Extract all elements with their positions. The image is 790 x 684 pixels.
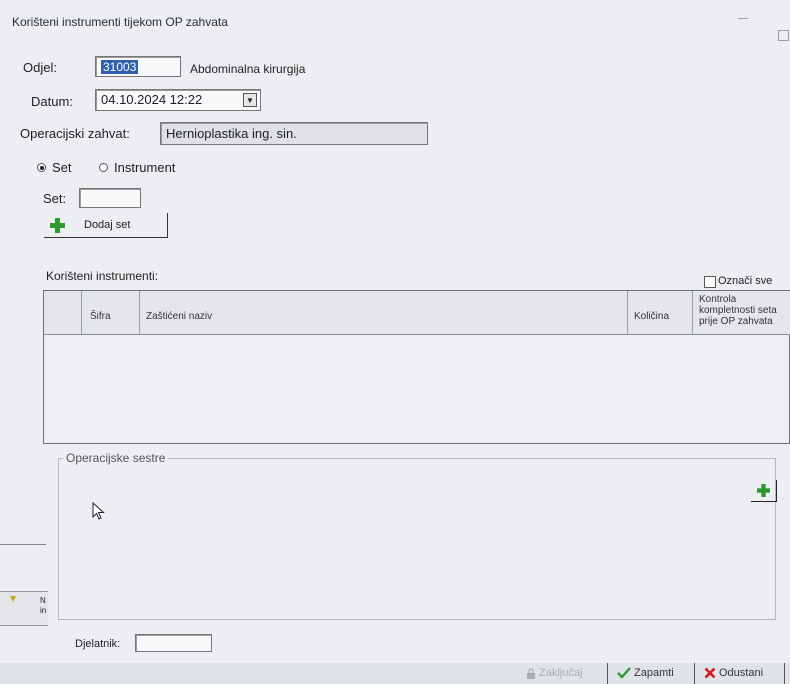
instruments-title: Korišteni instrumenti:: [46, 269, 159, 283]
datum-combobox[interactable]: 04.10.2024 12:22: [95, 89, 261, 111]
zahvat-value: Hernioplastika ing. sin.: [166, 126, 297, 141]
save-label: Zapamti: [634, 667, 674, 679]
cancel-label: Odustani: [719, 667, 764, 679]
lock-button[interactable]: Zaključaj: [526, 667, 582, 679]
radio-set-label: Set: [52, 160, 72, 175]
footer-separator: [607, 663, 608, 684]
set-input[interactable]: [79, 188, 141, 208]
plus-icon: [757, 484, 770, 497]
add-set-label: Dodaj set: [84, 219, 131, 231]
header-naziv[interactable]: Zaštićeni naziv: [140, 291, 628, 334]
radio-instrument[interactable]: [99, 163, 108, 172]
djelatnik-label: Djelatnik:: [75, 638, 121, 650]
header-selector-cell: [44, 291, 82, 334]
x-icon: [704, 667, 716, 679]
minimize-button[interactable]: [738, 18, 748, 19]
header-sifra[interactable]: Šifra: [82, 291, 140, 334]
header-kontrola[interactable]: Kontrola kompletnosti seta prije OP zahv…: [693, 291, 790, 334]
check-icon: [617, 667, 631, 679]
side-hint-1: N: [40, 596, 46, 605]
odjel-label: Odjel:: [23, 60, 57, 75]
select-all-checkbox[interactable]: [704, 276, 716, 288]
background-window-row: N in: [0, 591, 48, 626]
cancel-button[interactable]: Odustani: [704, 667, 763, 679]
radio-instrument-label: Instrument: [114, 160, 176, 175]
warning-icon: [10, 596, 16, 602]
header-kolicina-label: Količina: [634, 311, 670, 322]
mouse-cursor-icon: [92, 502, 105, 520]
footer-separator: [694, 663, 695, 684]
chevron-down-icon[interactable]: ▼: [243, 93, 257, 107]
radio-set[interactable]: [37, 163, 46, 172]
dialog-window: Korišteni instrumenti tijekom OP zahvata…: [0, 0, 790, 684]
header-kolicina[interactable]: Količina: [628, 291, 693, 334]
odjel-name: Abdominalna kirurgija: [190, 62, 306, 76]
sestre-group: [58, 458, 776, 620]
odjel-code-field[interactable]: 31003: [95, 56, 181, 77]
side-hint-2: in: [40, 606, 47, 615]
maximize-button[interactable]: [778, 30, 789, 41]
dropdown-glyph: ▼: [246, 95, 254, 105]
header-naziv-label: Zaštićeni naziv: [146, 311, 213, 322]
djelatnik-input[interactable]: [135, 634, 212, 652]
datum-value: 04.10.2024 12:22: [101, 92, 203, 107]
table-header: Šifra Zaštićeni naziv Količina Kontrola …: [44, 291, 790, 335]
sestre-title: Operacijske sestre: [63, 451, 169, 465]
add-set-button[interactable]: Dodaj set: [44, 213, 168, 238]
instruments-table: Šifra Zaštićeni naziv Količina Kontrola …: [43, 290, 790, 444]
datum-label: Datum:: [31, 94, 73, 109]
zahvat-label: Operacijski zahvat:: [20, 126, 130, 141]
header-sifra-label: Šifra: [90, 311, 111, 322]
background-window-edge: [0, 544, 46, 545]
add-sestra-button[interactable]: [751, 480, 777, 502]
save-button[interactable]: Zapamti: [617, 667, 674, 679]
window-title: Korišteni instrumenti tijekom OP zahvata: [12, 15, 228, 29]
odjel-code-value: 31003: [101, 60, 139, 74]
plus-icon: [50, 218, 65, 233]
select-all-label: Označi sve: [718, 275, 773, 287]
zahvat-field: Hernioplastika ing. sin.: [160, 122, 428, 145]
set-label: Set:: [43, 191, 67, 206]
footer-separator: [784, 663, 785, 684]
lock-icon: [527, 667, 535, 679]
header-kontrola-label: Kontrola kompletnosti seta prije OP zahv…: [699, 294, 777, 327]
lock-label: Zaključaj: [539, 667, 583, 679]
